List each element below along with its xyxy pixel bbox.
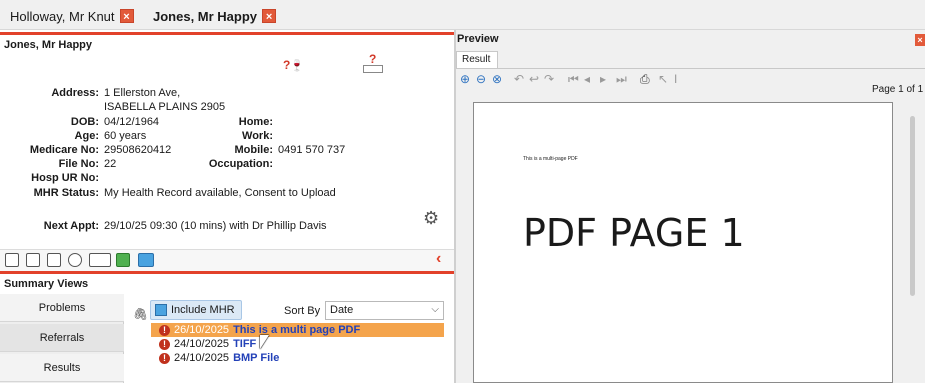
- patient-tab-strip: Holloway, Mr Knut × Jones, Mr Happy ×: [0, 0, 925, 30]
- preview-panel: Preview × Result ⊕ ⊖ ⊗ ↶ ↩ ↷ ⏮ ◂ ▸ ⏭ ⎙ ↖…: [456, 30, 925, 383]
- result-row[interactable]: ! 24/10/2025 BMP File: [151, 351, 279, 365]
- mhr-status-label: MHR Status:: [33, 187, 99, 199]
- tab-referrals[interactable]: Referrals: [0, 324, 124, 352]
- medicare-value: 29508620412: [104, 144, 172, 156]
- dob-value: 04/12/1964: [104, 116, 160, 128]
- zoom-fit-icon[interactable]: ⊗: [492, 72, 502, 86]
- include-mhr-label: Include MHR: [171, 304, 235, 316]
- allergy-card-icon: [363, 65, 383, 73]
- letter-icon[interactable]: [47, 253, 61, 267]
- gear-icon[interactable]: ⚙: [423, 208, 439, 229]
- file-no-label: File No:: [58, 158, 99, 170]
- sort-by-label: Sort By: [284, 305, 321, 317]
- last-page-icon[interactable]: ⏭: [616, 72, 627, 87]
- address-line2: ISABELLA PLAINS 2905: [104, 101, 226, 113]
- pdf-header-text: This is a multi-page PDF: [523, 156, 578, 162]
- summary-divider: [0, 271, 454, 274]
- result-date: 24/10/2025: [174, 352, 230, 364]
- mhr-status-value: My Health Record available, Consent to U…: [104, 187, 336, 199]
- allergy-question-icon[interactable]: ?: [369, 52, 376, 66]
- age-label: Age:: [74, 130, 99, 142]
- mobile-value: 0491 570 737: [278, 144, 346, 156]
- collapse-chevron-icon[interactable]: ‹: [436, 250, 441, 268]
- prev-page-icon[interactable]: ◂: [584, 72, 590, 86]
- result-date: 24/10/2025: [174, 338, 230, 350]
- work-label: Work:: [242, 130, 273, 142]
- next-appt-value: 29/10/25 09:30 (10 mins) with Dr Phillip…: [104, 220, 327, 232]
- patient-panel: Jones, Mr Happy ?🍷 ? Address: 1 Ellersto…: [0, 32, 454, 383]
- mobile-label: Mobile:: [234, 144, 274, 156]
- close-icon[interactable]: ×: [915, 34, 925, 46]
- mouse-cursor: [260, 335, 269, 349]
- sort-by-select[interactable]: Date ⌵: [325, 301, 444, 320]
- result-title: BMP File: [233, 352, 280, 364]
- patient-tab-jones[interactable]: Jones, Mr Happy ×: [147, 5, 277, 27]
- tab-problems[interactable]: Problems: [0, 294, 124, 322]
- scrollbar-thumb[interactable]: [910, 116, 915, 296]
- close-tab-icon[interactable]: ×: [119, 9, 134, 23]
- document-icon[interactable]: [26, 253, 40, 267]
- medicare-label: Medicare No:: [29, 144, 99, 156]
- include-mhr-button[interactable]: Include MHR: [150, 300, 242, 320]
- summary-views-title: Summary Views: [4, 278, 89, 290]
- alert-icon: !: [159, 324, 170, 336]
- home-label: Home:: [238, 116, 273, 128]
- next-page-icon[interactable]: ▸: [600, 72, 606, 86]
- result-row[interactable]: ! 24/10/2025 TIFF: [151, 337, 256, 351]
- record-icon[interactable]: [5, 253, 19, 267]
- tab-results[interactable]: Results: [0, 354, 124, 382]
- dob-label: DOB:: [70, 116, 99, 128]
- next-appt-label: Next Appt:: [43, 220, 99, 232]
- pdf-page: This is a multi-page PDF PDF PAGE 1: [473, 102, 893, 383]
- patient-toolbar: ‹: [0, 249, 454, 271]
- text-select-icon[interactable]: I: [674, 72, 677, 86]
- alert-question-icon[interactable]: ?🍷: [283, 58, 304, 72]
- summary-tab-list: Problems Referrals Results: [0, 294, 124, 383]
- ruler-icon[interactable]: [89, 253, 111, 267]
- first-page-icon[interactable]: ⏮: [568, 72, 579, 87]
- mhr-icon: [155, 304, 167, 316]
- patient-name: Jones, Mr Happy: [4, 39, 93, 51]
- patient-tab-label: Jones, Mr Happy: [153, 8, 258, 24]
- address-line1: 1 Ellerston Ave,: [104, 87, 181, 99]
- occupation-label: Occupation:: [208, 158, 273, 170]
- pdf-page-heading: PDF PAGE 1: [523, 211, 745, 255]
- result-row[interactable]: ! 26/10/2025 This is a multi page PDF: [151, 323, 444, 337]
- hand-icon[interactable]: [68, 253, 82, 267]
- zoom-in-icon[interactable]: ⊕: [460, 72, 470, 86]
- alert-icon: !: [159, 338, 170, 350]
- result-title: TIFF: [233, 338, 257, 350]
- result-date: 26/10/2025: [174, 324, 230, 336]
- tab-result[interactable]: Result: [456, 51, 498, 68]
- chevron-down-icon: ⌵: [431, 304, 439, 315]
- preview-toolbar: ⊕ ⊖ ⊗ ↶ ↩ ↷ ⏮ ◂ ▸ ⏭ ⎙ ↖ I Page 1 of 1: [456, 68, 925, 95]
- mhr-icon[interactable]: [138, 253, 154, 267]
- file-no-value: 22: [104, 158, 117, 170]
- vertical-scrollbar[interactable]: [907, 102, 919, 383]
- result-title: This is a multi page PDF: [233, 324, 361, 336]
- rotate-right-icon[interactable]: ↷: [544, 72, 554, 86]
- document-viewer[interactable]: This is a multi-page PDF PDF PAGE 1: [456, 102, 925, 383]
- hosp-ur-label: Hosp UR No:: [31, 172, 99, 184]
- pointer-icon[interactable]: ↖: [658, 72, 668, 86]
- zoom-out-icon[interactable]: ⊖: [476, 72, 486, 86]
- preview-title: Preview: [457, 33, 499, 45]
- patient-tab-holloway[interactable]: Holloway, Mr Knut ×: [4, 5, 134, 27]
- close-tab-icon[interactable]: ×: [262, 9, 277, 23]
- rotate-left-icon[interactable]: ↶: [514, 72, 524, 86]
- patient-tab-label: Holloway, Mr Knut: [10, 8, 115, 24]
- page-indicator: Page 1 of 1: [872, 84, 924, 95]
- sort-by-value: Date: [330, 304, 354, 316]
- panel-divider: [0, 32, 454, 35]
- undo-icon[interactable]: ↩: [529, 72, 539, 86]
- print-icon[interactable]: ⎙: [640, 72, 650, 87]
- address-label: Address:: [51, 87, 99, 99]
- screen-icon[interactable]: [116, 253, 130, 267]
- age-value: 60 years: [104, 130, 147, 142]
- alert-icon: !: [159, 352, 170, 364]
- paperclip-icon[interactable]: 🖇: [133, 307, 148, 321]
